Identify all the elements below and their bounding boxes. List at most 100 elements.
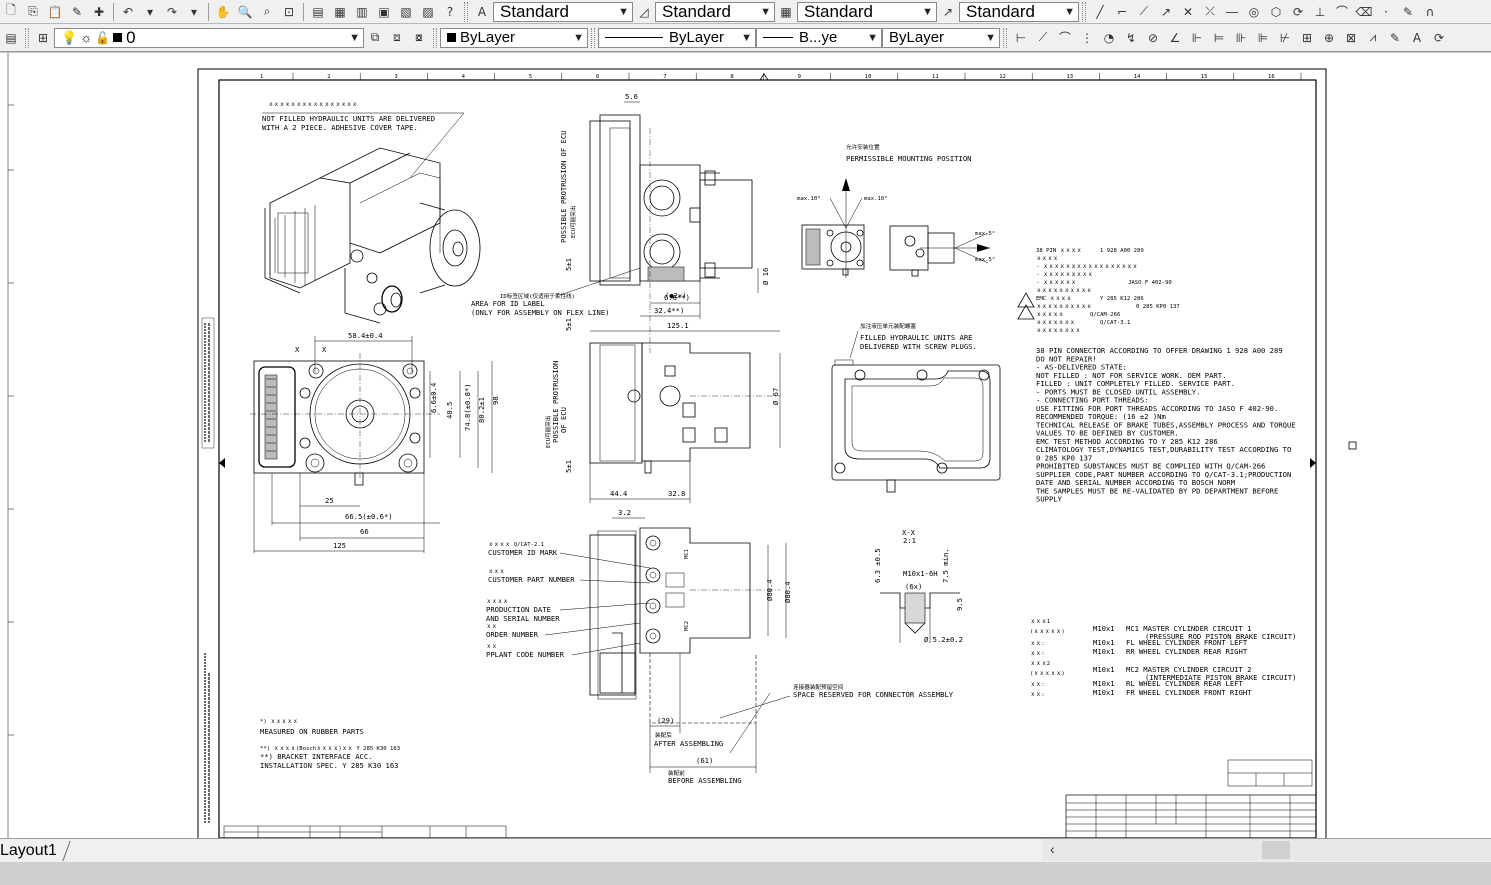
polyline-icon[interactable]: ⌐ <box>1112 2 1132 22</box>
arc-length-icon[interactable]: ⌒ <box>1055 28 1075 48</box>
layer-dropdown[interactable]: 💡 ☼ 🔓 0 ▼ <box>54 27 364 48</box>
match-properties-icon[interactable]: ✎ <box>67 2 87 22</box>
zoom-previous-icon[interactable]: ⊡ <box>279 2 299 22</box>
scrollbar-thumb[interactable] <box>1262 841 1290 859</box>
extend-icon[interactable]: ⤫ <box>1200 2 1220 22</box>
layer-name: 0 <box>126 27 136 47</box>
lineweight-dropdown[interactable]: B...ye ▼ <box>756 27 882 48</box>
center-mark-icon[interactable]: ⊕ <box>1319 28 1339 48</box>
dim-style-dropdown[interactable]: Standard ▼ <box>655 1 775 22</box>
magnet-icon[interactable]: ∩ <box>1420 2 1440 22</box>
plotstyle-dropdown[interactable]: ByLayer ▼ <box>882 27 1000 48</box>
copy-icon[interactable]: ⎘ <box>23 2 43 22</box>
toolbar-grip[interactable] <box>25 27 29 48</box>
dim-phi-67: Ø 67 <box>771 388 780 405</box>
note-production-date-2: AND SERIAL NUMBER <box>486 614 560 623</box>
markup-icon[interactable]: ▧ <box>396 2 416 22</box>
layer-match-icon[interactable]: ⧇ <box>409 28 429 48</box>
dim-edit-icon[interactable]: ✎ <box>1385 28 1405 48</box>
dim-7-5: 7.5 min. <box>941 548 950 583</box>
new-icon[interactable]: 🗋 <box>1 2 21 22</box>
toolbar-grip[interactable] <box>464 1 468 22</box>
dim-125-1: 125.1 <box>667 321 689 330</box>
rotate-icon[interactable]: ⟳ <box>1288 2 1308 22</box>
tool-palettes-icon[interactable]: ▥ <box>352 2 372 22</box>
svg-text:ｘｘ:: ｘｘ: <box>1030 651 1045 657</box>
baseline-dim-icon[interactable]: ⊨ <box>1209 28 1229 48</box>
redo-dropdown-icon[interactable]: ▾ <box>184 2 204 22</box>
dim-66: 66 <box>360 527 369 536</box>
erase-icon[interactable]: ⌫ <box>1354 2 1374 22</box>
jogged-linear-icon[interactable]: ⩘ <box>1363 28 1383 48</box>
continue-dim-icon[interactable]: ⊪ <box>1231 28 1251 48</box>
layer-manager-icon[interactable]: ▤ <box>1 28 21 48</box>
toolbar-grip[interactable] <box>591 27 595 48</box>
toolbar-grip[interactable] <box>433 27 437 48</box>
ordinate-dim-icon[interactable]: ⋮ <box>1077 28 1097 48</box>
mleader-style-dropdown[interactable]: Standard ▼ <box>959 1 1079 22</box>
edit-icon[interactable]: ✎ <box>1398 2 1418 22</box>
table-style-value: Standard <box>804 1 873 21</box>
color-dropdown[interactable]: ByLayer ▼ <box>440 27 588 48</box>
quick-dim-icon[interactable]: ⊩ <box>1187 28 1207 48</box>
design-center-icon[interactable]: ▦ <box>330 2 350 22</box>
text-style-dropdown[interactable]: Standard ▼ <box>493 1 633 22</box>
svg-text:ｘｘｘｘｘｘｘ: ｘｘｘｘｘｘｘ <box>1036 320 1075 326</box>
dim-break-icon[interactable]: ⊬ <box>1275 28 1295 48</box>
properties-icon[interactable]: ▤ <box>308 2 328 22</box>
calculator-icon[interactable]: ▨ <box>418 2 438 22</box>
layer-states-icon[interactable]: ⊞ <box>33 28 53 48</box>
redo-icon[interactable]: ↷ <box>162 2 182 22</box>
construction-line-icon[interactable]: ⟋ <box>1134 2 1154 22</box>
help-icon[interactable]: ? <box>440 2 460 22</box>
horizontal-scrollbar[interactable]: ‹ <box>1042 839 1491 861</box>
drawing-canvas[interactable]: 1 2 3 4 5 6 7 8 9 10 11 12 13 14 15 16 ｘｘｘｘｘｘｘｘｘｘｘｘｘｘｘｘ… <box>0 53 1491 838</box>
mleader-style-value: Standard <box>966 1 1035 21</box>
chevron-down-icon: ▼ <box>922 5 933 18</box>
dim-6x: (6x) <box>905 582 922 591</box>
inspection-icon[interactable]: ⊠ <box>1341 28 1361 48</box>
polygon-icon[interactable]: ⬡ <box>1266 2 1286 22</box>
scroll-left-icon[interactable]: ‹ <box>1050 841 1055 857</box>
dim-space-icon[interactable]: ⊫ <box>1253 28 1273 48</box>
port-desc: FR WHEEL CYLINDER FRONT RIGHT <box>1126 688 1252 697</box>
fillet-icon[interactable]: ⌒ <box>1332 2 1352 22</box>
make-current-icon[interactable]: ⧉ <box>365 28 385 48</box>
spec-top-jaso: JASO F 402-90 <box>1128 280 1172 286</box>
radius-dim-icon[interactable]: ◔ <box>1099 28 1119 48</box>
linear-dim-icon[interactable]: ⊢ <box>1011 28 1031 48</box>
dim-max10-right: max.10° <box>864 196 888 202</box>
toolbar-grip[interactable] <box>1082 1 1086 22</box>
paste-icon[interactable]: 📋 <box>45 2 65 22</box>
trim-icon[interactable]: ✕ <box>1178 2 1198 22</box>
break-icon[interactable]: ― <box>1222 2 1242 22</box>
tab-layout1[interactable]: Layout1 <box>0 841 63 861</box>
undo-dropdown-icon[interactable]: ▾ <box>140 2 160 22</box>
chevron-down-icon: ▼ <box>867 31 878 44</box>
jogged-dim-icon[interactable]: ↯ <box>1121 28 1141 48</box>
point-icon[interactable]: · <box>1376 2 1396 22</box>
dim-text-edit-icon[interactable]: A <box>1407 28 1427 48</box>
ray-icon[interactable]: ↗ <box>1156 2 1176 22</box>
diameter-dim-icon[interactable]: ⊘ <box>1143 28 1163 48</box>
line-icon[interactable]: ╱ <box>1090 2 1110 22</box>
pan-icon[interactable]: ✋ <box>213 2 233 22</box>
svg-text:MEASURED ON RUBBER PARTS: MEASURED ON RUBBER PARTS <box>260 727 364 736</box>
table-style-dropdown[interactable]: Standard ▼ <box>797 1 937 22</box>
zoom-realtime-icon[interactable]: 🔍 <box>235 2 255 22</box>
dim-update-icon[interactable]: ⟳ <box>1429 28 1449 48</box>
circle-icon[interactable]: ◎ <box>1244 2 1264 22</box>
linetype-dropdown[interactable]: ByLayer ▼ <box>598 27 756 48</box>
svg-text:98: 98 <box>491 396 500 405</box>
angular-dim-icon[interactable]: ∠ <box>1165 28 1185 48</box>
toolbar-grip[interactable] <box>1003 27 1007 48</box>
sheet-set-icon[interactable]: ▣ <box>374 2 394 22</box>
layer-previous-icon[interactable]: ⧈ <box>387 28 407 48</box>
zoom-window-icon[interactable]: ⌕ <box>257 2 277 22</box>
tolerance-icon[interactable]: ⊞ <box>1297 28 1317 48</box>
block-editor-icon[interactable]: ✚ <box>89 2 109 22</box>
measure-icon[interactable]: ⊥ <box>1310 2 1330 22</box>
svg-text:5±1: 5±1 <box>564 318 573 331</box>
undo-icon[interactable]: ↶ <box>118 2 138 22</box>
aligned-dim-icon[interactable]: ⟋ <box>1033 28 1053 48</box>
